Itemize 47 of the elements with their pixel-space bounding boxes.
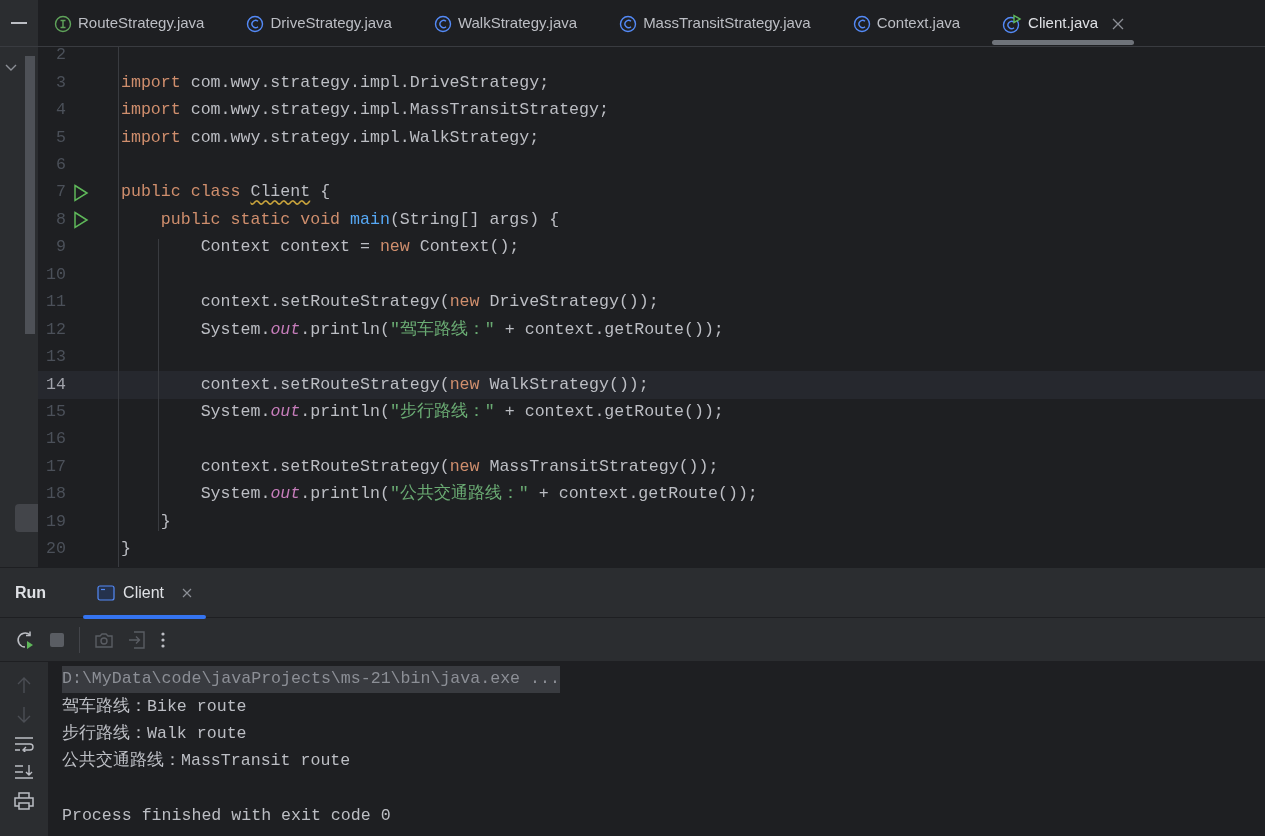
console-output: 驾车路线：Bike route — [62, 695, 248, 718]
more-icon[interactable] — [160, 630, 166, 649]
scroll-to-end-icon[interactable] — [14, 764, 34, 780]
code-line: import com.wwy.strategy.impl.DriveStrategy; — [121, 71, 550, 94]
code-line: context.setRouteStrategy(new DriveStrategy()); — [199, 291, 659, 314]
code-line: System.out.println("步行路线：" + context.getRoute()); — [199, 400, 724, 423]
code-line: Context context = new Context(); — [199, 236, 520, 259]
file-tab[interactable]: WalkStrategy.java — [423, 0, 588, 47]
scrollbar[interactable] — [25, 56, 35, 334]
file-tab[interactable]: Context.java — [842, 0, 971, 47]
console-icon — [97, 584, 116, 601]
interface-icon — [54, 14, 72, 33]
runnable-class-icon — [1002, 13, 1023, 34]
run-icon[interactable] — [73, 183, 89, 202]
panel-title: Run — [14, 582, 48, 603]
code-line: } — [121, 538, 131, 561]
exit-message: Process finished with exit code 0 — [62, 805, 392, 828]
rerun-icon[interactable] — [15, 629, 35, 650]
run-tab[interactable]: Client — [83, 567, 206, 618]
class-icon — [246, 14, 265, 33]
class-icon — [619, 14, 638, 33]
code-line: System.out.println("驾车路线：" + context.getRoute()); — [199, 318, 724, 341]
class-icon — [433, 14, 452, 33]
line-number: 14 — [45, 373, 66, 396]
file-tab[interactable]: DriveStrategy.java — [236, 0, 402, 47]
class-icon — [852, 14, 871, 33]
minimize-icon[interactable] — [11, 21, 27, 25]
code-line: import com.wwy.strategy.impl.MassTransitStrategy; — [121, 99, 609, 122]
code-line: context.setRouteStrategy(new MassTransitStrategy()); — [199, 455, 719, 478]
run-icon[interactable] — [73, 211, 89, 230]
code-line: public class Client { — [121, 181, 331, 204]
code-line: } — [159, 510, 171, 533]
console-output: 公共交通路线：MassTransit route — [62, 749, 352, 773]
print-icon[interactable] — [14, 792, 34, 810]
file-tab[interactable]: RouteStrategy.java — [44, 0, 215, 47]
scroll-thumb[interactable] — [15, 504, 38, 532]
close-icon[interactable] — [1112, 17, 1125, 30]
code-line: context.setRouteStrategy(new WalkStrategy()); — [199, 373, 649, 396]
chevron-down-icon[interactable] — [5, 64, 17, 72]
code-line: System.out.println("公共交通路线：" + context.getRoute()); — [199, 482, 758, 506]
soft-wrap-icon[interactable] — [14, 736, 34, 752]
console-output: 步行路线：Walk route — [62, 723, 248, 746]
code-line: import com.wwy.strategy.impl.WalkStrategy; — [121, 126, 540, 149]
code-line: public static void main(String[] args) { — [159, 208, 560, 231]
file-tab[interactable]: Client.java — [992, 0, 1135, 47]
close-icon[interactable] — [182, 587, 192, 598]
file-tab[interactable]: MassTransitStrategy.java — [609, 0, 821, 47]
